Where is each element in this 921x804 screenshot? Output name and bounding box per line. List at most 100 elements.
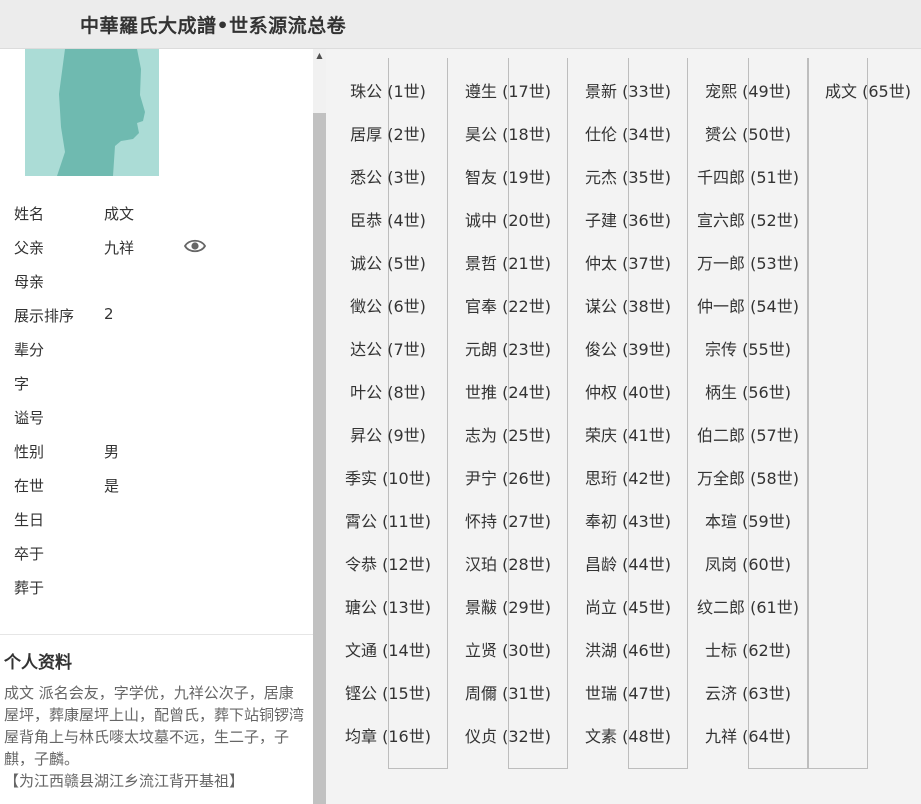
lineage-member[interactable]: 文通 (14世) [328,629,448,672]
lineage-member[interactable]: 智友 (19世) [448,156,568,199]
lineage-member[interactable]: 遵生 (17世) [448,70,568,113]
lineage-member[interactable]: 诚中 (20世) [448,199,568,242]
page-title: 中華羅氏大成譜•世系源流总卷 [80,15,347,37]
info-row: 辈分 [0,333,313,367]
lineage-member[interactable]: 成文 (65世) [808,70,921,113]
lineage-member[interactable]: 文素 (48世) [568,715,688,758]
info-label: 卒于 [14,545,45,563]
lineage-member[interactable]: 云济 (63世) [688,672,808,715]
profile-bio-text: 成文 派名会友，字学优，九祥公次子，居康屋坪，葬康屋坪上山，配曾氏，葬下站铜锣湾… [4,684,305,768]
lineage-member[interactable]: 仕伦 (34世) [568,113,688,156]
info-row: 父亲 九祥 [0,231,313,265]
lineage-member[interactable]: 凤岗 (60世) [688,543,808,586]
lineage-member[interactable]: 仲一郎 (54世) [688,285,808,328]
lineage-member[interactable]: 仲权 (40世) [568,371,688,414]
info-label: 在世 [14,477,45,495]
lineage-member[interactable]: 季实 (10世) [328,457,448,500]
lineage-member[interactable]: 奉初 (43世) [568,500,688,543]
info-label: 姓名 [14,205,45,223]
info-label: 生日 [14,511,45,529]
lineage-member[interactable]: 仪贞 (32世) [448,715,568,758]
lineage-member[interactable]: 昇公 (9世) [328,414,448,457]
lineage-member[interactable]: 诚公 (5世) [328,242,448,285]
info-row: 姓名 成文 [0,197,313,231]
lineage-member[interactable]: 汉珀 (28世) [448,543,568,586]
lineage-member[interactable]: 珠公 (1世) [328,70,448,113]
info-row: 在世 是 [0,469,313,503]
lineage-member[interactable]: 柄生 (56世) [688,371,808,414]
profile-note: 【为江西赣县湖江乡流江背开基祖】 [4,772,245,790]
info-value: 是 [104,477,120,495]
scroll-thumb[interactable] [313,113,326,804]
lineage-member[interactable]: 元朗 (23世) [448,328,568,371]
lineage-member[interactable]: 景新 (33世) [568,70,688,113]
lineage-tree: 珠公 (1世) 居厚 (2世) 悉公 (3世) 臣恭 (4世) 诚公 (5世) 徵公 (6… [326,49,921,804]
info-value: 男 [104,443,120,461]
lineage-member[interactable]: 谋公 (38世) [568,285,688,328]
lineage-member[interactable]: 子建 (36世) [568,199,688,242]
lineage-member[interactable]: 宠熙 (49世) [688,70,808,113]
lineage-member[interactable]: 万全郎 (58世) [688,457,808,500]
lineage-member[interactable]: 达公 (7世) [328,328,448,371]
lineage-member[interactable]: 官奉 (22世) [448,285,568,328]
info-value: 成文 [104,205,135,223]
lineage-member[interactable]: 令恭 (12世) [328,543,448,586]
avatar [25,49,159,176]
lineage-member[interactable]: 九祥 (64世) [688,715,808,758]
app-header: 中華羅氏大成譜•世系源流总卷 [0,0,921,49]
info-row: 性别 男 [0,435,313,469]
lineage-member[interactable]: 铿公 (15世) [328,672,448,715]
lineage-member[interactable]: 悉公 (3世) [328,156,448,199]
lineage-member[interactable]: 尚立 (45世) [568,586,688,629]
lineage-member[interactable]: 居厚 (2世) [328,113,448,156]
lineage-member[interactable]: 志为 (25世) [448,414,568,457]
lineage-member[interactable]: 世推 (24世) [448,371,568,414]
lineage-member[interactable]: 立贤 (30世) [448,629,568,672]
lineage-member[interactable]: 尹宁 (26世) [448,457,568,500]
info-label: 葬于 [14,579,45,597]
lineage-member[interactable]: 景黻 (29世) [448,586,568,629]
lineage-member[interactable]: 周儞 (31世) [448,672,568,715]
lineage-member[interactable]: 臣恭 (4世) [328,199,448,242]
lineage-member[interactable]: 纹二郎 (61世) [688,586,808,629]
info-value: 2 [104,305,114,323]
info-row: 葬于 [0,571,313,605]
info-row: 字 [0,367,313,401]
lineage-member[interactable]: 仲太 (37世) [568,242,688,285]
info-label: 性别 [14,443,45,461]
lineage-member[interactable]: 洪湖 (46世) [568,629,688,672]
info-label: 父亲 [14,239,45,257]
lineage-member[interactable]: 均章 (16世) [328,715,448,758]
lineage-member[interactable]: 宗传 (55世) [688,328,808,371]
lineage-member[interactable]: 万一郎 (53世) [688,242,808,285]
lineage-member[interactable]: 徵公 (6世) [328,285,448,328]
lineage-member[interactable]: 伯二郎 (57世) [688,414,808,457]
profile-section-title: 个人资料 [4,653,72,673]
info-label: 字 [14,375,30,393]
lineage-member[interactable]: 怀持 (27世) [448,500,568,543]
info-label: 辈分 [14,341,45,359]
lineage-member[interactable]: 叶公 (8世) [328,371,448,414]
person-detail-panel: 姓名 成文 父亲 九祥 母亲 展示排序 2 辈分字谥号 性别 男在世 是生日 卒于 葬于 个人资料 成文… [0,49,313,804]
lineage-member[interactable]: 俊公 (39世) [568,328,688,371]
lineage-member[interactable]: 世瑞 (47世) [568,672,688,715]
lineage-member[interactable]: 本瑄 (59世) [688,500,808,543]
lineage-member[interactable]: 景哲 (21世) [448,242,568,285]
section-divider [0,634,313,635]
lineage-member[interactable]: 赟公 (50世) [688,113,808,156]
lineage-member[interactable]: 元杰 (35世) [568,156,688,199]
lineage-member[interactable]: 霄公 (11世) [328,500,448,543]
generation-connector [808,58,868,769]
lineage-member[interactable]: 昌龄 (44世) [568,543,688,586]
scroll-up-arrow-icon[interactable]: ▲ [313,49,326,63]
lineage-member[interactable]: 士标 (62世) [688,629,808,672]
view-father-eye-icon[interactable] [184,238,206,254]
lineage-member[interactable]: 瑭公 (13世) [328,586,448,629]
info-row: 母亲 [0,265,313,299]
lineage-member[interactable]: 宣六郎 (52世) [688,199,808,242]
lineage-member[interactable]: 昊公 (18世) [448,113,568,156]
lineage-member[interactable]: 千四郎 (51世) [688,156,808,199]
lineage-member[interactable]: 荣庆 (41世) [568,414,688,457]
scrollbar[interactable]: ▲ [313,49,326,804]
lineage-member[interactable]: 思珩 (42世) [568,457,688,500]
